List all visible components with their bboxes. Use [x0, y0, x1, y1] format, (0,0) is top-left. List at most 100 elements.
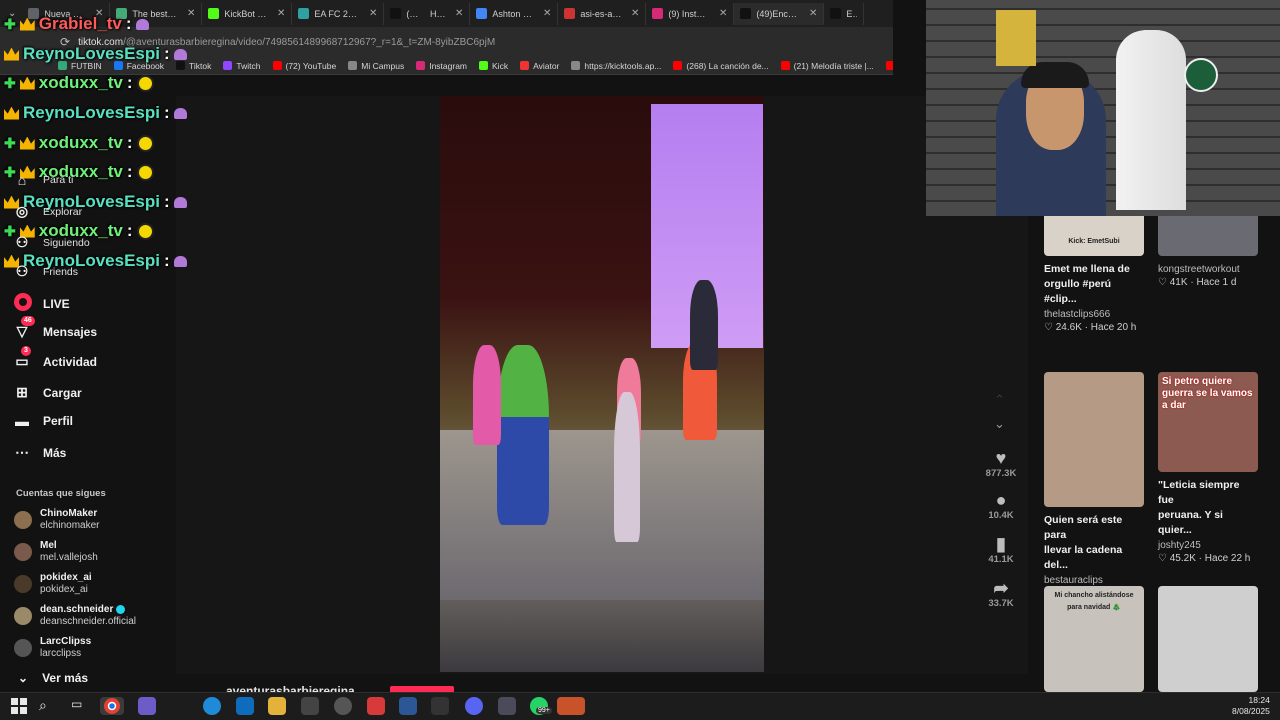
video-thumbnail[interactable]: Mi chancho alistándose para navidad 🎄 — [1044, 586, 1144, 692]
bookmark[interactable]: Aviator — [520, 61, 559, 71]
tab-close-icon[interactable]: ✕ — [277, 8, 285, 19]
tab-close-icon[interactable]: ✕ — [631, 8, 639, 19]
bookmark[interactable]: (268) La canción de... — [673, 61, 769, 71]
app-icon[interactable] — [301, 697, 319, 715]
browser-tab[interactable]: (49) Han ✕ — [384, 2, 471, 25]
bookmark-icon — [780, 61, 790, 70]
video-caption[interactable]: Quien será este para llevar la cadena de… — [1044, 513, 1144, 573]
windows-start-icon[interactable] — [10, 697, 28, 715]
comment-button[interactable]: ● 10.4K — [984, 490, 1018, 521]
account-name: LarcClipss — [40, 636, 91, 648]
browser-tab[interactable]: asi-es-ashto ✕ — [558, 2, 647, 25]
search-icon[interactable]: ⌕ — [39, 697, 57, 715]
tab-close-icon[interactable]: ✕ — [455, 8, 463, 19]
browser-tab[interactable]: EA FC 25 Ult ✕ — [292, 2, 385, 25]
like-count: 41K — [1169, 277, 1188, 288]
bookmark-label: Tiktok — [189, 60, 212, 71]
task-view-icon[interactable]: ▭ — [71, 697, 89, 715]
avatar — [14, 639, 32, 657]
account-handle: elchinomaker — [40, 520, 100, 531]
browser-tab[interactable]: KickBot Dasl ✕ — [202, 2, 293, 25]
compass-icon: ◎ — [15, 203, 29, 219]
bookmark[interactable]: (21) Melodía triste |... — [780, 61, 874, 71]
browser-tab[interactable]: Ashton Hall ✕ — [470, 2, 559, 25]
tab-close-icon[interactable]: ✕ — [369, 8, 377, 19]
browser-tab[interactable]: (9) Instagran ✕ — [646, 2, 735, 25]
obs-icon[interactable] — [334, 697, 352, 715]
plus-badge-icon: ✚ — [4, 15, 16, 32]
browser-tab[interactable]: Encu — [824, 2, 865, 25]
home-icon: ⌂ — [17, 172, 27, 188]
browser-tab[interactable]: (49)Encuent ✕ — [734, 2, 825, 25]
post-time: Hace 20 h — [1090, 322, 1137, 333]
sidebar-item-mensajes[interactable]: ▽ 46 Mensajes — [14, 316, 97, 340]
word-icon[interactable] — [399, 697, 417, 715]
followed-account[interactable]: dean.schneider deanschneider.official — [14, 604, 136, 628]
clock-time: 18:24 — [1248, 695, 1270, 705]
app-icon[interactable] — [367, 697, 385, 715]
chevron-up-icon[interactable]: ⌃ — [994, 392, 1005, 408]
video-thumbnail[interactable] — [1158, 586, 1258, 692]
video-card[interactable]: Mi chancho alistándose para navidad 🎄 — [1044, 586, 1144, 692]
bookmark[interactable]: https://kicktools.ap... — [571, 61, 661, 71]
bookmark-label: Instagram — [429, 60, 468, 71]
bookmark[interactable]: Kick — [479, 61, 508, 71]
edge-icon[interactable] — [203, 697, 221, 715]
sidebar-item-explorar[interactable]: ◎ Explorar — [14, 203, 82, 220]
video-thumbnail[interactable]: Si petro quiere guerra se la vamos a dar — [1158, 372, 1258, 472]
pet-emote-icon — [173, 48, 187, 60]
bookmark[interactable]: Mi Campus — [348, 61, 404, 71]
sidebar-item-siguiendo[interactable]: ⚇ Siguiendo — [14, 234, 90, 251]
followed-account[interactable]: LarcClipss larcclipss — [14, 636, 91, 660]
tab-label: (9) Instagran — [668, 8, 710, 19]
bookmark[interactable]: (274) PAS — [885, 61, 893, 71]
sidebar-item-live[interactable]: LIVE — [14, 293, 70, 314]
bookmark[interactable]: (72) YouTube — [272, 61, 336, 71]
copilot-icon[interactable] — [138, 697, 156, 715]
discord-icon[interactable] — [465, 697, 483, 715]
tab-close-icon[interactable]: ✕ — [543, 8, 551, 19]
sidebar-item-ms[interactable]: ⋯ Más — [14, 444, 66, 461]
file-explorer-icon[interactable] — [268, 697, 286, 715]
heart-button[interactable]: ♥ 877.3K — [984, 448, 1018, 479]
tab-close-icon[interactable]: ✕ — [809, 8, 817, 19]
sidebar-item-parati[interactable]: ⌂ Para ti — [14, 172, 74, 188]
see-more-button[interactable]: ⌄ Ver más — [18, 671, 88, 685]
app-icon[interactable] — [498, 697, 516, 715]
tab-close-icon[interactable]: ✕ — [719, 8, 727, 19]
account-name: ChinoMaker — [40, 508, 99, 520]
video-card[interactable]: Si petro quiere guerra se la vamos a dar… — [1158, 372, 1258, 564]
tab-close-icon[interactable]: ✕ — [187, 8, 195, 19]
outlook-icon[interactable] — [236, 697, 254, 715]
bookmark-icon — [479, 61, 489, 70]
pet-emote-icon — [135, 18, 149, 30]
sidebar-item-actividad[interactable]: ▭ 3 Actividad — [14, 346, 97, 370]
video-author[interactable]: kongstreetworkout — [1158, 264, 1258, 275]
app-icon[interactable] — [431, 697, 449, 715]
followed-account[interactable]: pokidex_ai pokidex_ai — [14, 572, 92, 596]
crown-icon — [4, 47, 19, 61]
video-author[interactable]: thelastclips666 — [1044, 309, 1144, 320]
video-author[interactable]: joshty245 — [1158, 540, 1258, 551]
chat-separator: : — [164, 103, 170, 122]
followed-account[interactable]: Mel mel.vallejosh — [14, 540, 98, 564]
system-clock[interactable]: 18:24 8/08/2025 — [1232, 695, 1270, 717]
video-thumbnail[interactable] — [1044, 372, 1144, 507]
video-caption[interactable]: "Leticia siempre fue peruana. Y si quier… — [1158, 478, 1258, 538]
chevron-down-icon[interactable]: ⌄ — [994, 416, 1005, 432]
video-author[interactable]: bestauraclips — [1044, 575, 1144, 586]
sidebar-item-cargar[interactable]: ⊞ Cargar — [14, 384, 82, 401]
video-card[interactable]: Quien será este para llevar la cadena de… — [1044, 372, 1144, 599]
chrome-taskbar-icon[interactable] — [100, 697, 124, 715]
app-icon[interactable] — [557, 697, 585, 715]
video-caption[interactable]: Emet me llena de orgullo #perú #clip... — [1044, 262, 1144, 307]
account-name-text: Mel — [40, 540, 57, 551]
video-card[interactable] — [1158, 586, 1258, 692]
bookmark-button[interactable]: ▮ 41.1K — [984, 534, 1018, 565]
sidebar-item-perfil[interactable]: ▬ Perfil — [14, 413, 73, 429]
bookmark[interactable]: Twitch — [223, 61, 261, 71]
sidebar-item-friends[interactable]: ⚇ Friends — [14, 263, 78, 280]
bookmark[interactable]: Instagram — [416, 61, 467, 71]
followed-account[interactable]: ChinoMaker elchinomaker — [14, 508, 99, 532]
share-button[interactable]: ➦ 33.7K — [984, 578, 1018, 609]
